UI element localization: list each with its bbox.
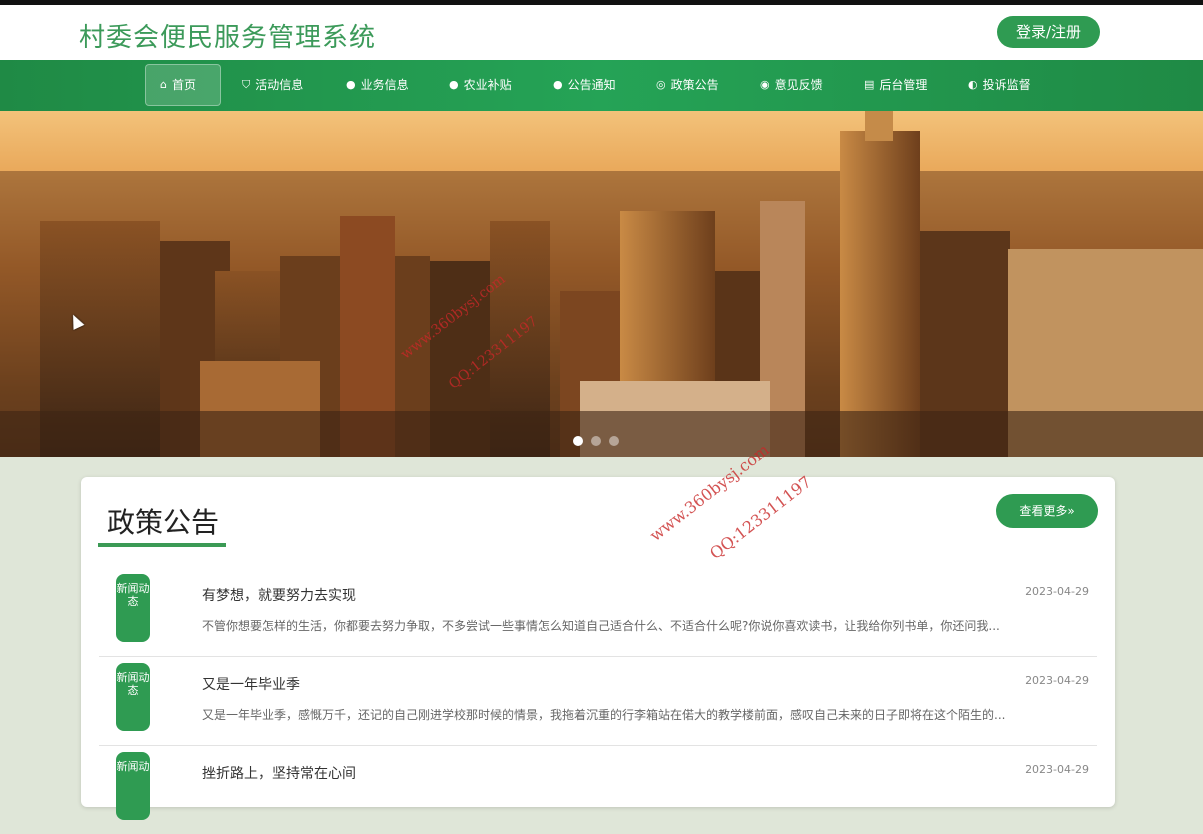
- info-icon: ●: [346, 78, 356, 91]
- headset-icon: ◐: [968, 78, 978, 91]
- nav-item-activity[interactable]: ⛉ 活动信息: [228, 64, 317, 106]
- news-date: 2023-04-29: [1025, 674, 1089, 687]
- news-title[interactable]: 有梦想，就要努力去实现: [202, 585, 356, 605]
- nav-item-label: 后台管理: [879, 78, 928, 92]
- news-summary: 又是一年毕业季，感慨万千，还记的自己刚进学校那时候的情景，我拖着沉重的行李箱站在…: [202, 708, 1006, 722]
- nav-item-subsidy[interactable]: ● 农业补贴: [435, 64, 526, 106]
- carousel-dot[interactable]: [609, 436, 619, 446]
- news-badge: 新闻动态: [116, 663, 150, 731]
- info-circle-icon: ●: [553, 78, 563, 91]
- news-item[interactable]: 新闻动态 有梦想，就要努力去实现 2023-04-29 不管你想要怎样的生活，你…: [99, 567, 1097, 657]
- target-icon: ◎: [656, 78, 666, 91]
- nav-item-admin[interactable]: ▤ 后台管理: [850, 64, 941, 106]
- nav-item-label: 活动信息: [255, 78, 304, 92]
- nav-item-label: 农业补贴: [463, 78, 512, 92]
- bag-icon: ⛉: [242, 78, 251, 91]
- carousel-dots: [573, 436, 619, 446]
- news-date: 2023-04-29: [1025, 585, 1089, 598]
- nav-item-label: 政策公告: [670, 78, 719, 92]
- news-item[interactable]: 新闻动 挫折路上，坚持常在心间 2023-04-29: [99, 745, 1097, 834]
- news-badge: 新闻动: [116, 752, 150, 820]
- policy-panel: 政策公告 查看更多» 新闻动态 有梦想，就要努力去实现 2023-04-29 不…: [81, 477, 1115, 820]
- news-date: 2023-04-29: [1025, 763, 1089, 776]
- main-nav: ⌂ 首页 ⛉ 活动信息 ● 业务信息 ● 农业补贴 ● 公告通知 ◎ 政策公告 …: [0, 60, 1203, 111]
- check-circle-icon: ◉: [760, 78, 770, 91]
- home-icon: ⌂: [160, 78, 167, 91]
- hero-banner[interactable]: [0, 111, 1203, 457]
- carousel-dot[interactable]: [573, 436, 583, 446]
- site-header: 村委会便民服务管理系统 登录/注册: [0, 5, 1203, 60]
- nav-item-label: 首页: [171, 78, 196, 92]
- news-badge: 新闻动态: [116, 574, 150, 642]
- nav-item-label: 意见反馈: [774, 78, 823, 92]
- nav-item-business[interactable]: ● 业务信息: [332, 64, 423, 106]
- carousel-dot[interactable]: [591, 436, 601, 446]
- news-title[interactable]: 又是一年毕业季: [202, 674, 300, 694]
- news-summary: 不管你想要怎样的生活，你都要去努力争取，不多尝试一些事情怎么知道自己适合什么、不…: [202, 619, 1000, 633]
- nav-item-policy[interactable]: ◎ 政策公告: [642, 64, 733, 106]
- nav-item-home[interactable]: ⌂ 首页: [145, 64, 221, 106]
- nav-item-complaint[interactable]: ◐ 投诉监督: [954, 64, 1045, 106]
- help-icon: ●: [449, 78, 459, 91]
- news-title[interactable]: 挫折路上，坚持常在心间: [202, 763, 356, 783]
- site-title: 村委会便民服务管理系统: [79, 23, 377, 53]
- building-icon: ▤: [864, 78, 875, 91]
- nav-item-label: 公告通知: [567, 78, 616, 92]
- title-underline: [98, 543, 226, 547]
- nav-item-notice[interactable]: ● 公告通知: [539, 64, 630, 106]
- news-item[interactable]: 新闻动态 又是一年毕业季 2023-04-29 又是一年毕业季，感慨万千，还记的…: [99, 656, 1097, 746]
- nav-item-label: 业务信息: [360, 78, 409, 92]
- city-skyline-image: [0, 111, 1203, 457]
- login-register-button[interactable]: 登录/注册: [997, 16, 1100, 48]
- view-more-button[interactable]: 查看更多»: [996, 494, 1098, 528]
- panel-title: 政策公告: [107, 506, 220, 539]
- nav-item-label: 投诉监督: [982, 78, 1031, 92]
- nav-item-feedback[interactable]: ◉ 意见反馈: [746, 64, 837, 106]
